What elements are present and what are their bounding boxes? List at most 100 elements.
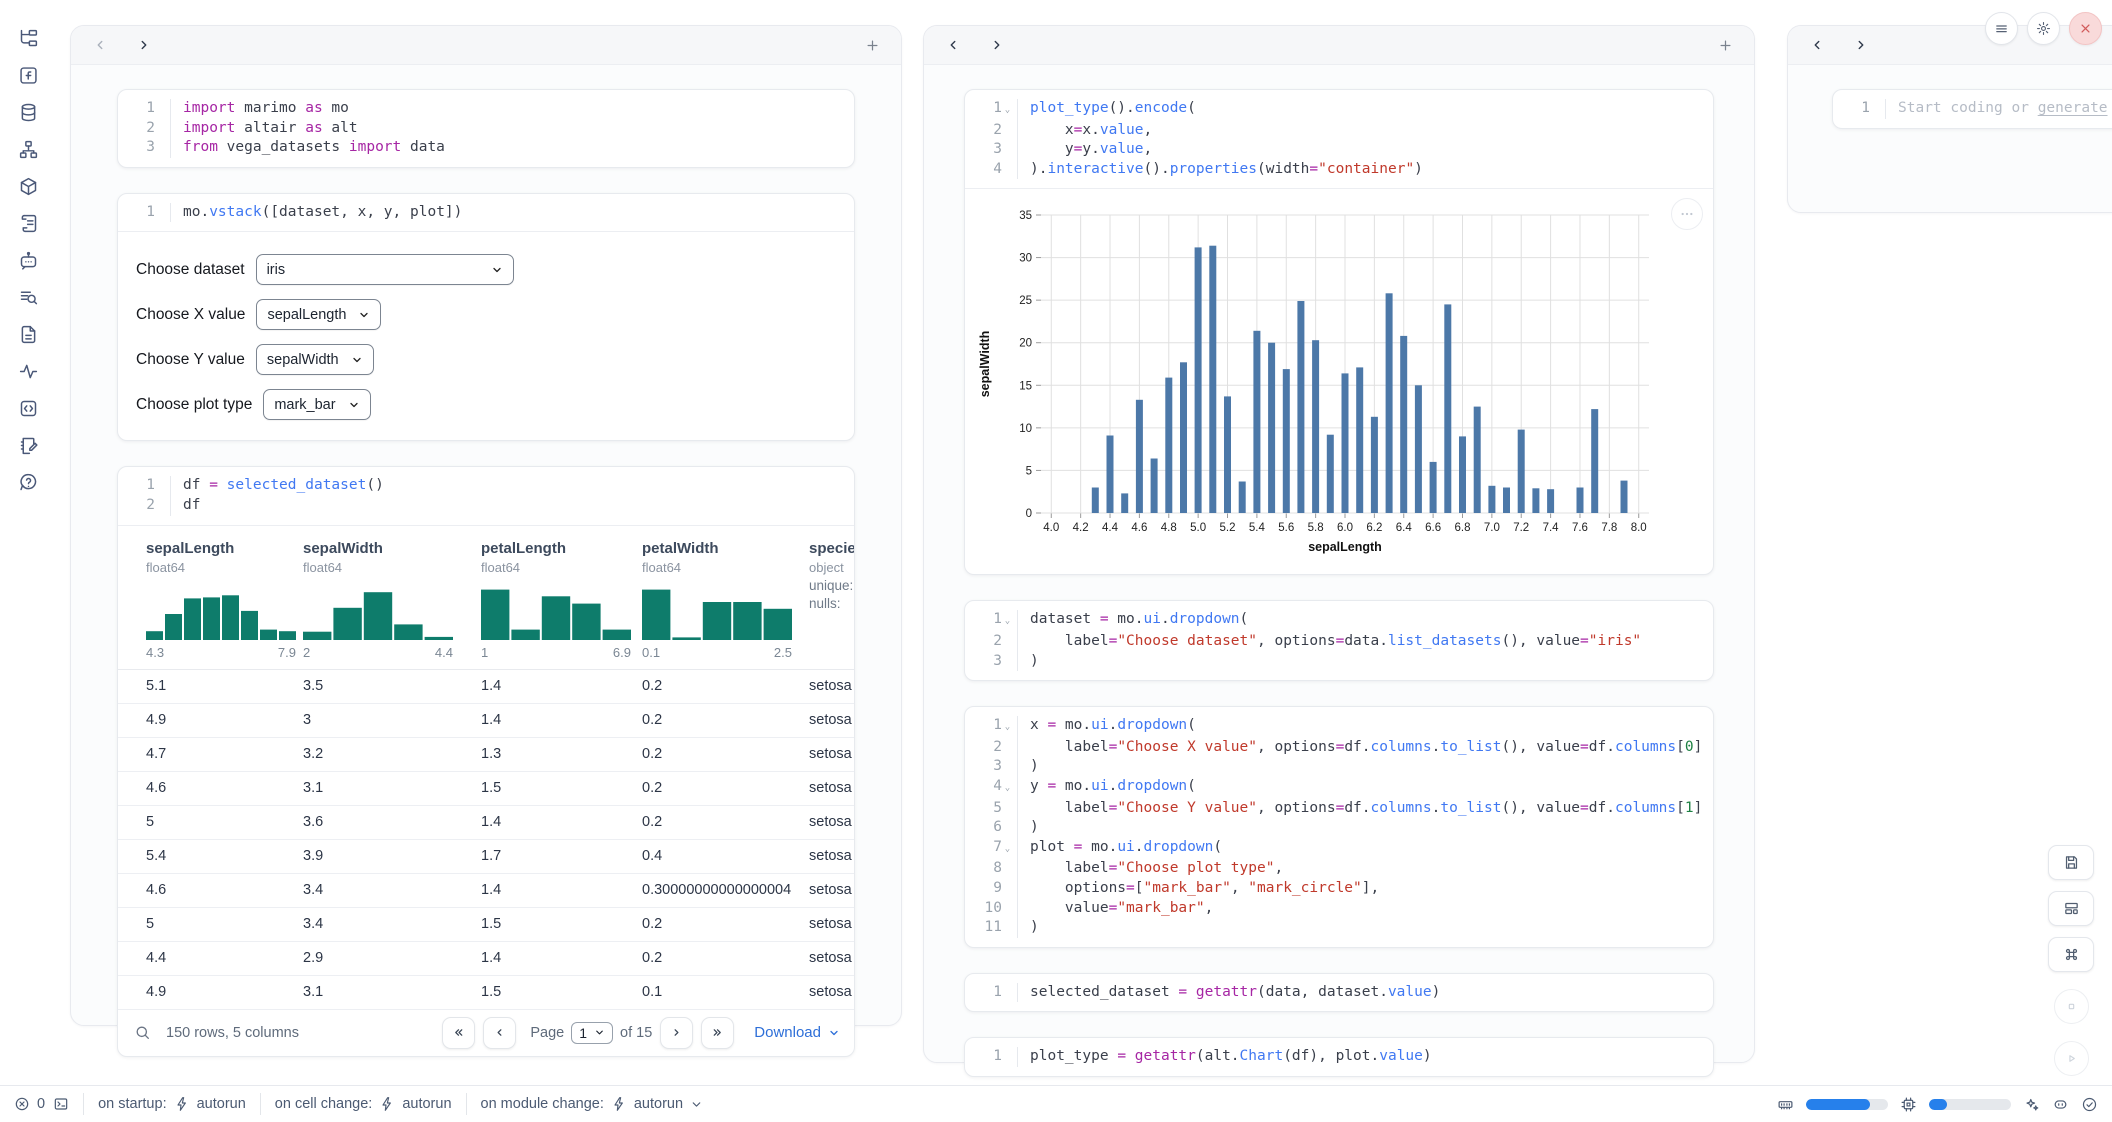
table-cell: 4.6 [146, 780, 303, 796]
ai-sparkles-button[interactable] [2023, 1096, 2040, 1113]
terminal-button[interactable] [53, 1096, 69, 1112]
dropdown-row: Choose plot typemark_bar [136, 389, 836, 420]
column-histogram [481, 588, 631, 640]
column-right: 1 Start coding or generate with AI [1787, 25, 2112, 213]
fold-icon[interactable]: ⌄ [1002, 612, 1013, 632]
bar [1415, 386, 1422, 514]
table-cell: 1.5 [481, 780, 642, 796]
add-cell-button[interactable] [1712, 33, 1738, 57]
code-editor[interactable]: 1plot_type = getattr(alt.Chart(df), plot… [965, 1038, 1713, 1076]
prev-page-button[interactable] [483, 1017, 516, 1049]
bar [1342, 374, 1349, 514]
command-palette-button[interactable] [2048, 937, 2094, 972]
code-line: 2import altair as alt [118, 119, 854, 139]
code-editor[interactable]: 1⌄x = mo.ui.dropdown(2 label="Choose X v… [965, 707, 1713, 947]
file-tree-icon[interactable] [11, 26, 45, 50]
on-cell-change-setting[interactable]: on cell change: autorun [275, 1096, 452, 1112]
dropdown-select[interactable]: iris [256, 254, 514, 285]
dropdown-label: Choose dataset [136, 261, 245, 279]
hist-bar [203, 597, 220, 640]
code-editor[interactable]: 1mo.vstack([dataset, x, y, plot]) [118, 194, 854, 232]
code-editor[interactable]: 1import marimo as mo2import altair as al… [118, 90, 854, 167]
line-number: 5 [993, 799, 1002, 819]
on-module-change-setting[interactable]: on module change: autorun [481, 1096, 704, 1112]
cell-plot-type: 1plot_type = getattr(alt.Chart(df), plot… [964, 1037, 1714, 1077]
table-cell: setosa [809, 848, 854, 864]
svg-text:7.4: 7.4 [1543, 522, 1560, 534]
menu-button[interactable] [1985, 12, 2018, 45]
line-number: 7 [993, 838, 1002, 858]
table-cell: 4.4 [146, 950, 303, 966]
column-prev-button[interactable] [1804, 33, 1830, 57]
fold-icon[interactable]: ⌄ [1002, 718, 1013, 738]
database-icon[interactable] [11, 100, 45, 124]
code-snippet-icon[interactable] [11, 396, 45, 420]
add-cell-button[interactable] [859, 33, 885, 57]
dropdown-select[interactable]: sepalWidth [256, 344, 374, 375]
column-next-button[interactable] [984, 33, 1010, 57]
code-editor[interactable]: 1⌄plot_type().encode(2 x=x.value,3 y=y.v… [965, 90, 1713, 188]
code-line: 6) [965, 818, 1713, 838]
dropdown-select[interactable]: sepalLength [256, 299, 381, 330]
notebook-pen-icon[interactable] [11, 433, 45, 457]
list-search-icon[interactable] [11, 285, 45, 309]
connection-status-button[interactable] [2081, 1096, 2098, 1113]
chevron-down-icon [351, 354, 363, 366]
shutdown-button[interactable] [2069, 12, 2102, 45]
dropdown-row: Choose X valuesepalLength [136, 299, 836, 330]
sitemap-icon[interactable] [11, 137, 45, 161]
table-cell: 3.9 [303, 848, 481, 864]
code-editor[interactable]: 1⌄dataset = mo.ui.dropdown(2 label="Choo… [965, 601, 1713, 680]
table-header-cell[interactable]: petalLengthfloat6416.9 [481, 540, 642, 669]
bot-chat-icon[interactable] [11, 248, 45, 272]
errors-indicator[interactable]: 0 [14, 1096, 45, 1112]
cell-dataframe: 1df = selected_dataset()2df sepalLengthf… [117, 466, 855, 1056]
column-next-button[interactable] [131, 33, 157, 57]
settings-button[interactable] [2027, 12, 2060, 45]
table-cell: 3.1 [303, 984, 481, 1000]
help-chat-icon[interactable] [11, 470, 45, 494]
column-prev-button[interactable] [87, 33, 113, 57]
code-editor[interactable]: 1df = selected_dataset()2df [118, 467, 854, 524]
dropdown-select[interactable]: mark_bar [263, 389, 370, 420]
layout-button[interactable] [2048, 891, 2094, 926]
activity-icon[interactable] [11, 359, 45, 383]
bar [1107, 436, 1114, 514]
stop-button[interactable] [2054, 989, 2089, 1024]
hist-bar [511, 629, 539, 639]
bar [1327, 435, 1334, 513]
column-prev-button[interactable] [940, 33, 966, 57]
code-editor[interactable]: 1selected_dataset = getattr(data, datase… [965, 974, 1713, 1012]
last-page-button[interactable] [701, 1017, 734, 1049]
fold-icon[interactable]: ⌄ [1002, 779, 1013, 799]
bar [1356, 368, 1363, 514]
run-button[interactable] [2054, 1041, 2089, 1076]
table-header-row: sepalLengthfloat644.37.9sepalWidthfloat6… [118, 526, 854, 670]
next-page-button[interactable] [660, 1017, 693, 1049]
package-icon[interactable] [11, 174, 45, 198]
scroll-text-icon[interactable] [11, 211, 45, 235]
table-header-cell[interactable]: sepalLengthfloat644.37.9 [146, 540, 303, 669]
search-icon[interactable] [134, 1024, 151, 1041]
fold-icon[interactable]: ⌄ [1002, 101, 1013, 121]
table-header-cell[interactable]: petalWidthfloat640.12.5 [642, 540, 809, 669]
file-text-icon[interactable] [11, 322, 45, 346]
first-page-button[interactable] [442, 1017, 475, 1049]
download-button[interactable]: Download [754, 1024, 840, 1041]
generate-link[interactable]: generate [2038, 100, 2108, 116]
save-button[interactable] [2048, 845, 2094, 880]
fold-icon[interactable]: ⌄ [1002, 840, 1013, 860]
table-header-cell[interactable]: sepalWidthfloat6424.4 [303, 540, 481, 669]
table-header-cell[interactable]: speciesobjectunique:nulls: [809, 540, 854, 669]
hist-bar [222, 595, 239, 640]
page-select[interactable]: 1 [571, 1022, 613, 1044]
column-next-button[interactable] [1848, 33, 1874, 57]
altair-chart[interactable]: 4.04.24.44.64.85.05.25.45.65.86.06.26.46… [975, 201, 1703, 568]
function-square-icon[interactable] [11, 63, 45, 87]
copilot-button[interactable] [2052, 1096, 2069, 1113]
chevron-down-icon [594, 1027, 605, 1038]
on-startup-setting[interactable]: on startup: autorun [98, 1096, 246, 1112]
line-number: 1 [993, 99, 1002, 119]
line-number: 1 [146, 99, 155, 119]
code-editor[interactable]: 1 Start coding or generate with AI [1833, 90, 2112, 128]
